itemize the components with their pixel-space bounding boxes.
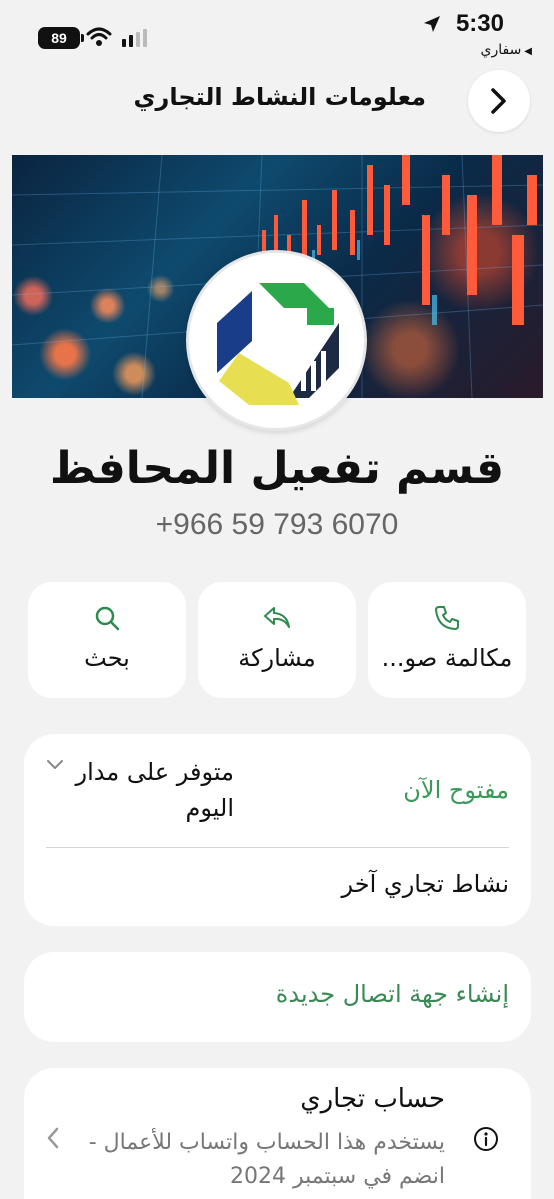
share-label: مشاركة bbox=[238, 644, 316, 672]
header: معلومات النشاط التجاري bbox=[0, 70, 554, 132]
wifi-icon bbox=[86, 27, 112, 46]
location-arrow-icon bbox=[424, 16, 440, 32]
hours-dropdown[interactable]: متوفر على مدار اليوم bbox=[74, 754, 234, 826]
back-button[interactable] bbox=[468, 70, 530, 132]
share-icon bbox=[264, 607, 290, 628]
business-account-card[interactable]: حساب تجاري يستخدم هذا الحساب واتساب للأع… bbox=[24, 1068, 531, 1199]
search-button[interactable]: بحث bbox=[28, 582, 186, 698]
page-title: معلومات النشاط التجاري bbox=[133, 83, 427, 111]
chevron-right-icon bbox=[491, 88, 506, 114]
battery-indicator: 89 bbox=[38, 27, 84, 49]
back-to-app-link[interactable]: ◀سفاري bbox=[481, 42, 533, 58]
create-contact-label: إنشاء جهة اتصال جديدة bbox=[275, 980, 509, 1008]
business-name: قسم تفعيل المحافظ bbox=[49, 443, 505, 494]
create-contact-card[interactable]: إنشاء جهة اتصال جديدة bbox=[24, 952, 531, 1042]
business-phone[interactable]: +966 59 793 6070 bbox=[0, 508, 554, 542]
voice-call-button[interactable]: مكالمة صو... bbox=[368, 582, 526, 698]
status-time: 5:30 bbox=[455, 10, 504, 37]
hours-card: مفتوح الآن متوفر على مدار اليوم نشاط تجا… bbox=[24, 734, 531, 926]
phone-icon bbox=[435, 606, 459, 630]
cell-signal-icon bbox=[122, 29, 147, 47]
info-icon bbox=[474, 1127, 498, 1151]
action-buttons: مكالمة صو... مشاركة بحث bbox=[28, 582, 526, 698]
chevron-down-icon[interactable] bbox=[46, 758, 64, 772]
search-label: بحث bbox=[84, 644, 130, 672]
business-logo[interactable] bbox=[186, 250, 367, 431]
back-triangle-icon: ◀ bbox=[524, 46, 532, 57]
status-bar: 5:30 ◀سفاري 89 bbox=[0, 0, 554, 70]
back-app-label: سفاري bbox=[480, 42, 522, 58]
open-status: مفتوح الآن bbox=[403, 776, 509, 804]
divider bbox=[46, 847, 509, 848]
search-icon bbox=[95, 606, 120, 631]
voice-call-label: مكالمة صو... bbox=[381, 644, 513, 672]
account-title: حساب تجاري bbox=[300, 1084, 445, 1114]
account-description: يستخدم هذا الحساب واتساب للأعمال - انضم … bbox=[88, 1130, 445, 1189]
chevron-left-icon bbox=[47, 1127, 59, 1149]
share-button[interactable]: مشاركة bbox=[198, 582, 356, 698]
other-business-link[interactable]: نشاط تجاري آخر bbox=[342, 870, 509, 898]
